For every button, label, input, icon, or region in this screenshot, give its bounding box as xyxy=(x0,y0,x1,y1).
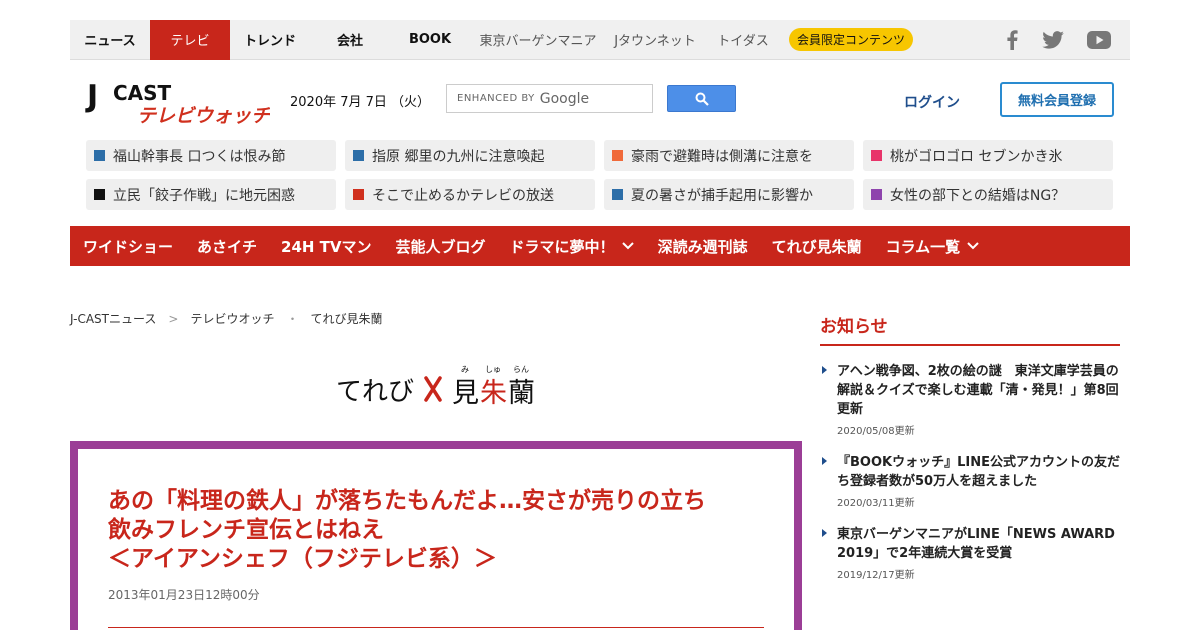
topic-text: 指原 郷里の九州に注意喚起 xyxy=(372,148,545,165)
login-link[interactable]: ログイン xyxy=(904,92,960,112)
current-date: 2020年 7月 7日 （火） xyxy=(290,95,431,110)
topnav-item-bargain-mania[interactable]: 東京バーゲンマニア xyxy=(470,20,606,60)
notice-item[interactable]: アヘン戦争図、2枚の絵の謎 東洋文庫学芸員の解説＆クイズで楽しむ連載「清・発見！… xyxy=(822,362,1122,437)
article-divider xyxy=(108,627,764,628)
topic-item[interactable]: 指原 郷里の九州に注意喚起 xyxy=(345,140,595,171)
topic-marker xyxy=(871,150,882,161)
column-logo: てれび 見 朱 蘭 み しゅ らん xyxy=(334,360,544,410)
topic-marker xyxy=(612,189,623,200)
column-logo-ruby-b: しゅ xyxy=(485,365,501,374)
nav-item-drama-label: ドラマに夢中！ xyxy=(509,237,615,256)
notice-text[interactable]: 東京バーゲンマニアがLINE「NEWS AWARD 2019」で2年連続大賞を受… xyxy=(837,525,1122,563)
twitter-icon[interactable] xyxy=(1042,20,1064,60)
article-date: 2013年01月23日12時00分 xyxy=(108,588,260,602)
topic-text: 立民「餃子作戦」に地元困惑 xyxy=(113,187,295,204)
breadcrumb-separator: ・ xyxy=(286,312,299,326)
topic-item[interactable]: 桃がゴロゴロ セブンかき氷 xyxy=(863,140,1113,171)
topic-marker xyxy=(94,150,105,161)
column-logo-ruby-c: らん xyxy=(513,365,529,374)
chevron-down-icon xyxy=(967,242,979,250)
topic-text: 豪雨で避難時は側溝に注意を xyxy=(631,148,813,165)
topic-item[interactable]: 女性の部下との結婚はNG？ xyxy=(863,179,1113,210)
nav-item-weekly-magazine[interactable]: 深読み週刊誌 xyxy=(658,236,748,257)
breadcrumb-item-tvwatch[interactable]: テレビウオッチ xyxy=(190,310,274,327)
topic-marker xyxy=(94,189,105,200)
article-title-line: 飲みフレンチ宣伝とはねえ xyxy=(108,517,384,543)
article-title: あの「料理の鉄人」が落ちたもんだよ…安さが売りの立ち 飲みフレンチ宣伝とはねえ … xyxy=(108,487,768,574)
notice-text[interactable]: アヘン戦争図、2枚の絵の謎 東洋文庫学芸員の解説＆クイズで楽しむ連載「清・発見！… xyxy=(837,362,1122,419)
chevron-down-icon xyxy=(621,242,634,250)
register-button[interactable]: 無料会員登録 xyxy=(1000,82,1114,117)
facebook-icon[interactable] xyxy=(1006,20,1018,60)
triangle-right-icon xyxy=(822,529,827,537)
member-content-button[interactable]: 会員限定コンテンツ xyxy=(789,28,913,51)
breadcrumb-item-jcast[interactable]: J-CASTニュース xyxy=(70,310,156,327)
topic-marker xyxy=(612,150,623,161)
search-enhanced-label: ENHANCED BY xyxy=(457,93,535,104)
notice-date: 2019/12/17更新 xyxy=(837,570,915,581)
topnav-item-toidas[interactable]: トイダス xyxy=(704,20,782,60)
topic-marker xyxy=(353,150,364,161)
topnav-item-tv[interactable]: テレビ xyxy=(150,19,230,60)
notice-date: 2020/03/11更新 xyxy=(837,498,915,509)
topnav-item-company[interactable]: 会社 xyxy=(310,20,390,60)
breadcrumb-item-current: てれび見朱蘭 xyxy=(310,312,383,326)
logo-tvwatch-text: テレビウォッチ xyxy=(137,105,270,127)
triangle-right-icon xyxy=(822,366,827,374)
topic-item[interactable]: 豪雨で避難時は側溝に注意を xyxy=(604,140,854,171)
nav-item-celebrity-blog[interactable]: 芸能人ブログ xyxy=(396,236,486,257)
topic-marker xyxy=(871,189,882,200)
topic-text: そこで止めるかテレビの放送 xyxy=(372,187,554,204)
article-card: あの「料理の鉄人」が落ちたもんだよ…安さが売りの立ち 飲みフレンチ宣伝とはねえ … xyxy=(70,441,802,630)
top-navigation: ニュース テレビ トレンド 会社 BOOK 東京バーゲンマニア Jタウンネット … xyxy=(70,19,1130,60)
article-title-line: ＜アイアンシェフ（フジテレビ系）＞ xyxy=(108,546,497,572)
column-logo-text-b: 見 xyxy=(452,378,479,409)
notice-date: 2020/05/08更新 xyxy=(837,426,915,437)
notice-divider xyxy=(820,344,1120,346)
nav-item-terebi-mishuran[interactable]: てれび見朱蘭 xyxy=(772,236,862,257)
youtube-icon[interactable] xyxy=(1087,20,1111,60)
topnav-item-book[interactable]: BOOK xyxy=(390,20,470,60)
topic-item[interactable]: 立民「餃子作戦」に地元困惑 xyxy=(86,179,336,210)
topic-text: 福山幹事長 口つくは恨み節 xyxy=(113,148,286,165)
jcast-tv-watch-logo[interactable]: J CAST テレビウォッチ xyxy=(85,78,271,130)
nav-item-drama[interactable]: ドラマに夢中！ xyxy=(510,236,634,257)
notice-text[interactable]: 『BOOKウォッチ』LINE公式アカウントの友だち登録者数が50万人を超えました xyxy=(837,453,1122,491)
topic-text: 桃がゴロゴロ セブンかき氷 xyxy=(890,148,1063,165)
topic-item[interactable]: 夏の暑さが捕手起用に影響か xyxy=(604,179,854,210)
nav-item-column-list[interactable]: コラム一覧 xyxy=(886,236,980,257)
logo-j-letter: J xyxy=(85,79,98,114)
column-logo-text-d: 蘭 xyxy=(508,378,535,409)
nav-item-column-list-label: コラム一覧 xyxy=(885,237,961,256)
search-input[interactable]: ENHANCED BY Google xyxy=(446,84,653,113)
topic-item[interactable]: そこで止めるかテレビの放送 xyxy=(345,179,595,210)
topic-text: 夏の暑さが捕手起用に影響か xyxy=(631,187,813,204)
search-button[interactable] xyxy=(667,85,736,112)
column-logo-text-a: てれび xyxy=(336,377,414,407)
triangle-right-icon xyxy=(822,457,827,465)
google-brand-label: Google xyxy=(539,90,590,107)
category-navigation: ワイドショー あさイチ 24H TVマン 芸能人ブログ ドラマに夢中！ 深読み週… xyxy=(70,226,1130,266)
logo-cast-text: CAST xyxy=(113,81,172,105)
topnav-item-trend[interactable]: トレンド xyxy=(230,20,310,60)
topic-marker xyxy=(353,189,364,200)
article-title-line: あの「料理の鉄人」が落ちたもんだよ…安さが売りの立ち xyxy=(108,488,706,514)
notice-item[interactable]: 東京バーゲンマニアがLINE「NEWS AWARD 2019」で2年連続大賞を受… xyxy=(822,525,1122,581)
topnav-item-jtown[interactable]: Jタウンネット xyxy=(606,20,704,60)
breadcrumb: J-CASTニュース > テレビウオッチ ・ てれび見朱蘭 xyxy=(70,310,383,327)
fork-knife-icon xyxy=(424,376,442,402)
notice-title: お知らせ xyxy=(820,317,888,337)
nav-item-wideshow[interactable]: ワイドショー xyxy=(83,236,173,257)
search-icon xyxy=(695,92,709,106)
topic-item[interactable]: 福山幹事長 口つくは恨み節 xyxy=(86,140,336,171)
topic-text: 女性の部下との結婚はNG？ xyxy=(890,187,1066,204)
column-logo-ruby-a: み xyxy=(461,365,469,374)
breadcrumb-separator: > xyxy=(168,311,179,326)
topnav-item-news[interactable]: ニュース xyxy=(70,20,150,60)
nav-item-24h-tvman[interactable]: 24H TVマン xyxy=(281,236,372,257)
column-logo-text-c: 朱 xyxy=(480,378,507,409)
notice-item[interactable]: 『BOOKウォッチ』LINE公式アカウントの友だち登録者数が50万人を超えました… xyxy=(822,453,1122,509)
nav-item-asaichi[interactable]: あさイチ xyxy=(197,236,257,257)
